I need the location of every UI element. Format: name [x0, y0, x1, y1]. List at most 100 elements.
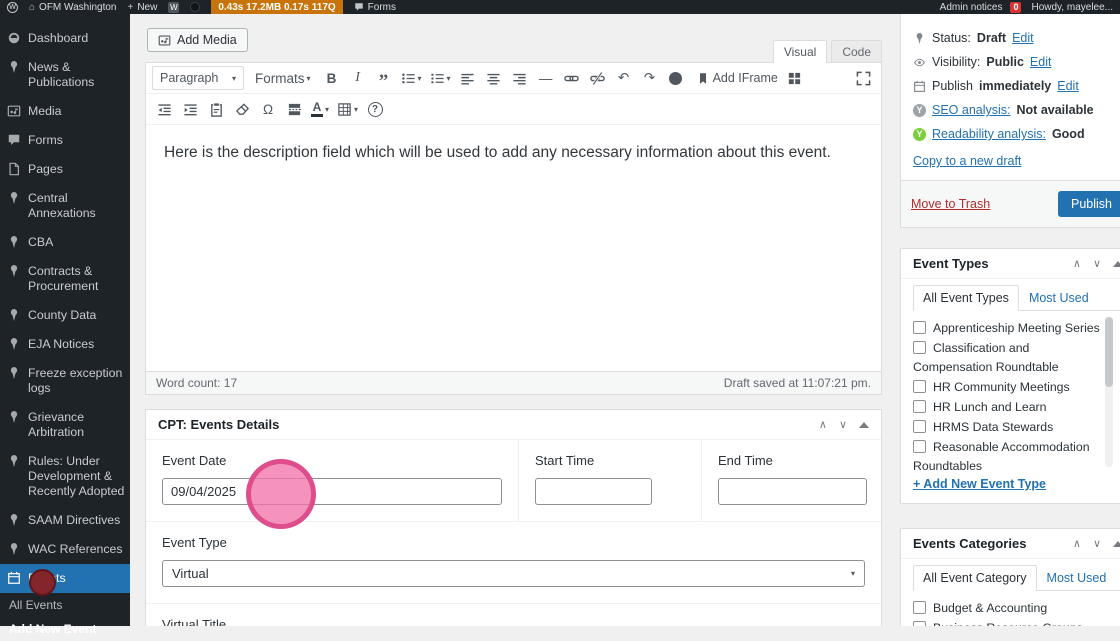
scrollbar-thumb[interactable] [1105, 317, 1113, 387]
sidebar-item-cba[interactable]: CBA [0, 228, 130, 257]
sidebar-subitem-all-events[interactable]: All Events [0, 593, 130, 617]
tab-all-event-category[interactable]: All Event Category [913, 565, 1037, 591]
tab-code[interactable]: Code [831, 40, 882, 63]
outdent-button[interactable] [152, 97, 176, 121]
checklist-item[interactable]: HRMS Data Stewards [913, 418, 1103, 437]
move-up-icon[interactable]: ∧ [819, 418, 827, 431]
sidebar-item-freeze-exception-logs[interactable]: Freeze exception logs [0, 359, 130, 403]
read-more-button[interactable] [282, 97, 306, 121]
editor-content-area[interactable]: Here is the description field which will… [146, 125, 881, 371]
text-color-button[interactable]: A ▾ [308, 97, 332, 121]
sidebar-item-dashboard[interactable]: Dashboard [0, 24, 130, 53]
bold-button[interactable]: B [320, 66, 344, 90]
add-media-button[interactable]: Add Media [147, 28, 248, 52]
redo-button[interactable]: ↷ [638, 66, 662, 90]
sidebar-item-contracts-procurement[interactable]: Contracts & Procurement [0, 257, 130, 301]
checklist-item[interactable]: HR Lunch and Learn [913, 398, 1103, 417]
sidebar-item-grievance-arbitration[interactable]: Grievance Arbitration [0, 403, 130, 447]
sidebar-item-eja-notices[interactable]: EJA Notices [0, 330, 130, 359]
sidebar-item-forms[interactable]: Forms [0, 126, 130, 155]
new-content-menu[interactable]: + New [127, 2, 157, 13]
move-up-icon[interactable]: ∧ [1073, 537, 1081, 550]
checklist-item[interactable]: Reasonable Accommodation Roundtables [913, 438, 1103, 473]
end-time-input[interactable] [718, 478, 867, 505]
align-left-button[interactable] [456, 66, 480, 90]
undo-button[interactable]: ↶ [612, 66, 636, 90]
tab-most-used[interactable]: Most Used [1037, 566, 1117, 590]
horizontal-rule-button[interactable]: — [534, 66, 558, 90]
sidebar-item-central-annexations[interactable]: Central Annexations [0, 184, 130, 228]
checklist-item[interactable]: Apprenticeship Meeting Series [913, 319, 1103, 338]
align-right-button[interactable] [508, 66, 532, 90]
tab-most-used[interactable]: Most Used [1019, 286, 1099, 310]
add-new-event-type-link[interactable]: + Add New Event Type [913, 477, 1046, 491]
embed-button[interactable] [664, 66, 688, 90]
formats-select[interactable]: Formats ▾ [252, 66, 314, 90]
move-down-icon[interactable]: ∨ [1093, 537, 1101, 550]
move-down-icon[interactable]: ∨ [1093, 257, 1101, 270]
sidebar-item-wac-references[interactable]: WAC References [0, 535, 130, 564]
site-name-menu[interactable]: ⌂ OFM Washington [29, 2, 116, 13]
tab-visual[interactable]: Visual [772, 40, 828, 63]
fullscreen-button[interactable] [851, 66, 875, 90]
howdy-account-menu[interactable]: Howdy, mayelee... [1031, 2, 1113, 13]
tab-all-event-types[interactable]: All Event Types [913, 285, 1019, 311]
readability-analysis-link[interactable]: Readability analysis: [932, 127, 1046, 141]
edit-status-link[interactable]: Edit [1012, 31, 1034, 45]
paste-as-text-button[interactable] [204, 97, 228, 121]
wordpress-logo-icon[interactable]: W [7, 1, 18, 13]
sidebar-item-rules-under-development[interactable]: Rules: Under Development & Recently Adop… [0, 447, 130, 506]
link-button[interactable] [560, 66, 584, 90]
unlink-button[interactable] [586, 66, 610, 90]
admin-notices-menu[interactable]: Admin notices 0 [940, 1, 1022, 13]
toggle-panel-icon[interactable] [1113, 540, 1120, 547]
bullet-list-button[interactable]: ▾ [398, 66, 425, 90]
toggle-panel-icon[interactable] [1113, 260, 1120, 267]
checklist-item[interactable]: Business Resource Groups [913, 619, 1103, 626]
sidebar-item-saam-directives[interactable]: SAAM Directives [0, 506, 130, 535]
query-monitor-stats[interactable]: 0.43s 17.2MB 0.17s 117Q [211, 0, 343, 14]
move-down-icon[interactable]: ∨ [839, 418, 847, 431]
sidebar-item-events[interactable]: Events [0, 564, 130, 593]
indent-button[interactable] [178, 97, 202, 121]
event-type-select[interactable]: Virtual ▾ [162, 560, 865, 587]
italic-button[interactable]: I [346, 66, 370, 90]
edit-visibility-link[interactable]: Edit [1030, 55, 1052, 69]
checklist-item[interactable]: Budget & Accounting [913, 599, 1103, 618]
checklist-item[interactable]: Classification and Compensation Roundtab… [913, 339, 1103, 377]
edit-schedule-link[interactable]: Edit [1057, 79, 1079, 93]
status-dot-icon[interactable] [190, 2, 201, 12]
sidebar-subitem-add-new-event[interactable]: Add New Event [0, 617, 130, 641]
align-center-button[interactable] [482, 66, 506, 90]
special-character-button[interactable]: Ω [256, 97, 280, 121]
metabox-header[interactable]: Events Categories ∧ ∨ [901, 529, 1120, 559]
checklist-item[interactable]: HR Community Meetings [913, 378, 1103, 397]
seo-analysis-link[interactable]: SEO analysis: [932, 103, 1011, 117]
paragraph-select[interactable]: Paragraph ▾ [152, 66, 244, 90]
sidebar-item-pages[interactable]: Pages [0, 155, 130, 184]
scrollbar[interactable] [1105, 317, 1113, 467]
toolbar-toggle-button[interactable] [783, 66, 807, 90]
copy-to-new-draft-link[interactable]: Copy to a new draft [913, 154, 1021, 168]
wpengine-menu[interactable]: W [168, 1, 180, 13]
add-iframe-button[interactable]: Add IFrame [694, 66, 781, 90]
sidebar-item-media[interactable]: Media [0, 97, 130, 126]
metabox-header[interactable]: Event Types ∧ ∨ [901, 249, 1120, 279]
forms-menu[interactable]: Forms [354, 2, 396, 13]
sidebar-item-news-publications[interactable]: News & Publications [0, 53, 130, 97]
move-to-trash-link[interactable]: Move to Trash [911, 197, 990, 211]
move-up-icon[interactable]: ∧ [1073, 257, 1081, 270]
sidebar-item-county-data[interactable]: County Data [0, 301, 130, 330]
table-button[interactable]: ▾ [334, 97, 361, 121]
home-icon: ⌂ [29, 1, 36, 13]
help-button[interactable]: ? [363, 97, 387, 121]
publish-button[interactable]: Publish [1058, 191, 1120, 217]
blockquote-button[interactable]: ” [372, 66, 396, 91]
numbered-list-button[interactable]: ▾ [427, 66, 454, 90]
event-type-value: Virtual [172, 566, 209, 581]
toggle-panel-icon[interactable] [859, 421, 869, 428]
start-time-input[interactable] [535, 478, 652, 505]
event-date-input[interactable] [162, 478, 502, 505]
metabox-header[interactable]: CPT: Events Details ∧ ∨ [146, 410, 881, 440]
clear-formatting-button[interactable] [230, 97, 254, 121]
